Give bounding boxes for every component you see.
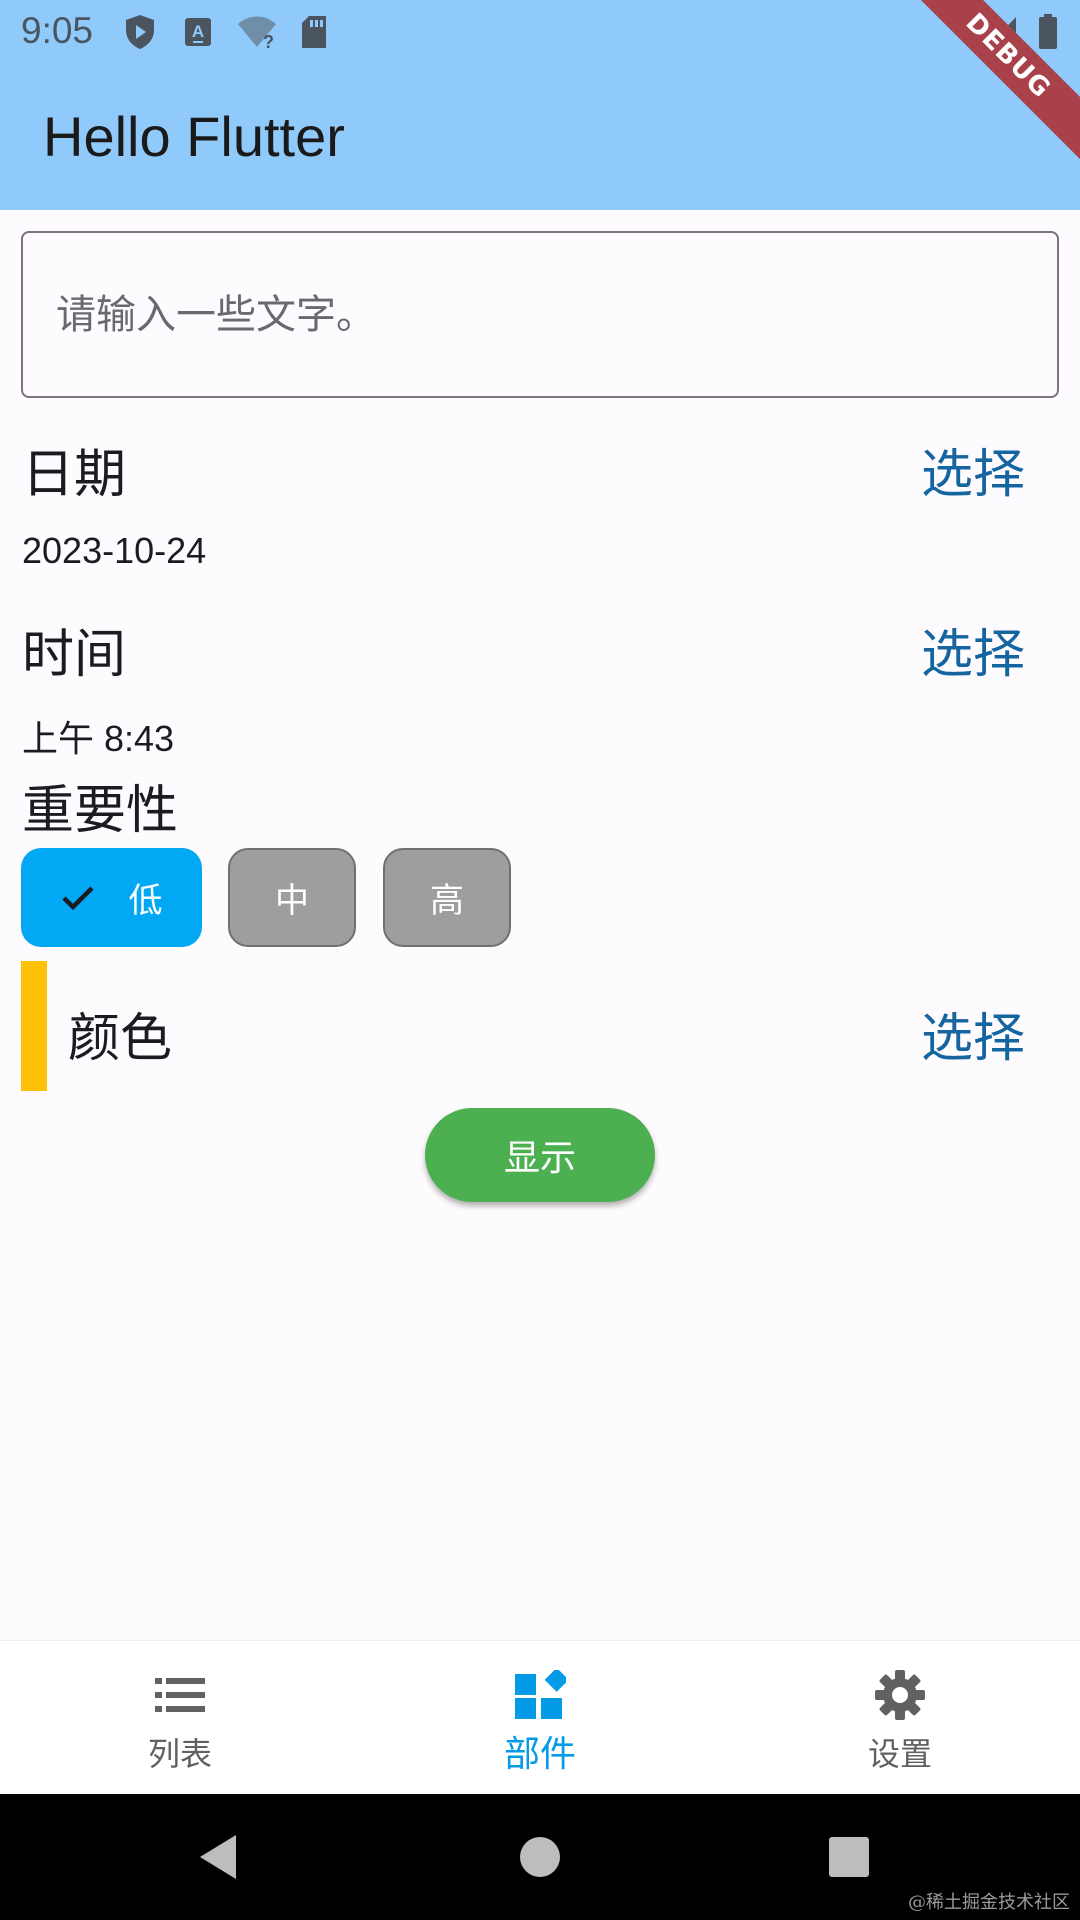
chip-label: 高 <box>430 881 464 921</box>
text-input[interactable] <box>23 233 1057 396</box>
date-select-button[interactable]: 选择 <box>921 432 1025 507</box>
date-value: 2023-10-24 <box>22 530 207 571</box>
date-label: 日期 <box>22 445 127 505</box>
text-input-field[interactable] <box>21 231 1059 398</box>
importance-chip-low[interactable]: 低 <box>21 848 202 947</box>
nav-label-widgets: 部件 <box>503 1734 576 1775</box>
nav-label-list: 列表 <box>147 1735 212 1773</box>
importance-chip-medium[interactable]: 中 <box>228 848 356 947</box>
nav-item-list[interactable]: 列表 <box>60 1641 300 1795</box>
chip-label: 低 <box>128 881 163 921</box>
settings-icon <box>874 1667 926 1723</box>
time-label: 时间 <box>22 625 127 685</box>
status-bar: 9:05 A ? <box>0 0 1080 64</box>
nav-label-settings: 设置 <box>867 1735 932 1773</box>
wifi-question-icon: ? <box>236 14 278 50</box>
system-navigation-bar: @稀土掘金技术社区 <box>0 1794 1080 1920</box>
color-select-button[interactable]: 选择 <box>921 996 1025 1071</box>
home-icon[interactable] <box>518 1794 562 1920</box>
color-label: 颜色 <box>68 1009 173 1069</box>
show-button[interactable]: 显示 <box>425 1108 655 1202</box>
time-value: 上午 8:43 <box>22 718 175 759</box>
svg-text:A: A <box>192 22 204 41</box>
shield-play-icon <box>124 14 156 50</box>
app-bar: 9:05 A ? Hello Flutter DEBUG <box>0 0 1080 210</box>
watermark: @稀土掘金技术社区 <box>908 1892 1070 1913</box>
list-icon <box>155 1667 205 1723</box>
app-title: Hello Flutter <box>43 105 345 168</box>
widgets-icon <box>514 1667 566 1723</box>
sd-card-icon <box>300 14 328 50</box>
svg-text:?: ? <box>263 32 274 50</box>
a-box-icon: A <box>184 14 212 50</box>
recents-icon[interactable] <box>828 1794 870 1920</box>
status-time: 9:05 <box>21 10 94 51</box>
back-icon[interactable] <box>196 1794 240 1920</box>
time-select-button[interactable]: 选择 <box>921 612 1025 687</box>
nav-item-widgets[interactable]: 部件 <box>420 1641 660 1795</box>
importance-chip-high[interactable]: 高 <box>383 848 511 947</box>
bottom-navigation: 列表 部件 设置 <box>0 1640 1080 1794</box>
chip-label: 中 <box>275 881 309 921</box>
color-swatch <box>21 961 47 1091</box>
importance-label: 重要性 <box>22 781 179 841</box>
check-icon <box>61 885 95 911</box>
nav-item-settings[interactable]: 设置 <box>780 1641 1020 1795</box>
battery-icon <box>1038 14 1058 50</box>
